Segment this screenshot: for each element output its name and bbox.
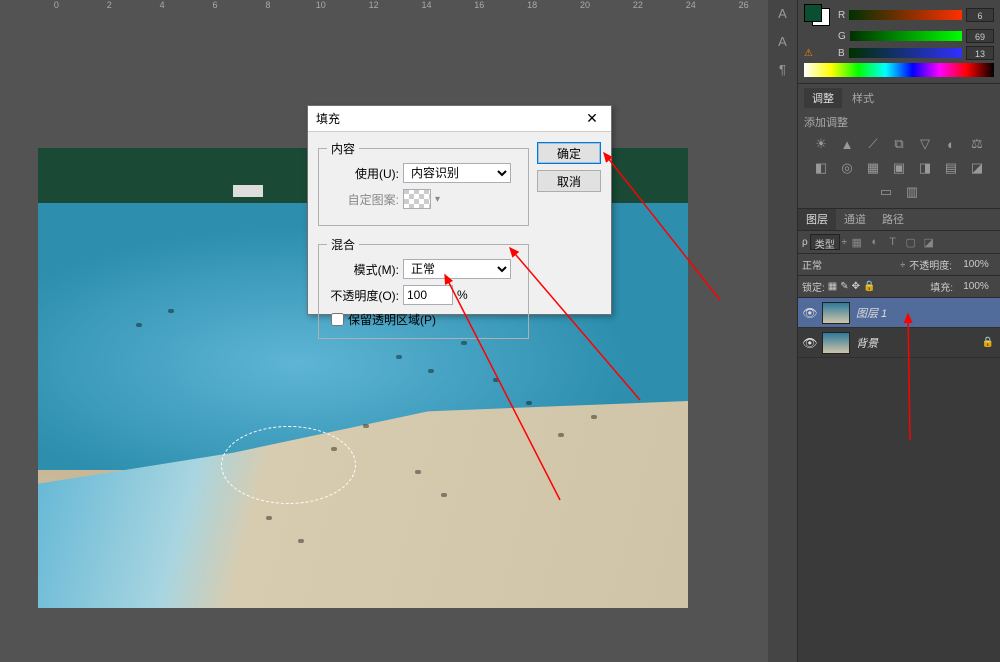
curves-icon[interactable]: ⟋ <box>864 136 882 152</box>
content-fieldset: 内容 使用(U): 内容识别 自定图案: ▾ <box>318 140 529 226</box>
use-label: 使用(U): <box>327 165 399 182</box>
layer-thumbnail[interactable] <box>822 332 850 354</box>
layer-row[interactable]: 👁 背景 🔒 <box>798 328 1000 358</box>
selective-icon[interactable]: ▥ <box>903 184 921 200</box>
lock-icon: 🔒 <box>982 337 994 348</box>
layers-panel: 图层 通道 路径 ρ 类型 ÷ ▦ ◐ T ▢ ◪ 正常 ÷ 不透明度: 100… <box>798 209 1000 662</box>
threshold-icon[interactable]: ◪ <box>968 160 986 176</box>
exposure-icon[interactable]: ⧉ <box>890 136 908 152</box>
blue-value[interactable]: 13 <box>966 46 994 60</box>
levels-icon[interactable]: ▲ <box>838 136 856 152</box>
color-panel: R 6 G 69 ⚠ B 13 <box>798 0 1000 84</box>
filter-adjust-icon[interactable]: ◐ <box>867 235 883 249</box>
marquee-selection <box>221 426 356 504</box>
mode-label: 模式(M): <box>327 261 399 278</box>
pattern-label: 自定图案: <box>327 191 399 208</box>
layer-opacity-value[interactable]: 100% <box>956 259 996 270</box>
photo-filter-icon[interactable]: ◎ <box>838 160 856 176</box>
layer-list: 👁 图层 1 👁 背景 🔒 <box>798 298 1000 662</box>
layer-fill-value[interactable]: 100% <box>956 281 996 292</box>
content-legend: 内容 <box>327 140 359 157</box>
horizontal-ruler: 0 2 4 6 8 10 12 14 16 18 20 22 24 26 <box>0 0 770 16</box>
tab-paths[interactable]: 路径 <box>874 209 912 230</box>
vibrance-icon[interactable]: ▽ <box>916 136 934 152</box>
filter-smart-icon[interactable]: ◪ <box>921 235 937 249</box>
glyph-icon[interactable]: ¶ <box>774 60 792 78</box>
lock-all-icon[interactable]: 🔒 <box>863 281 875 292</box>
green-slider[interactable] <box>850 31 962 41</box>
mode-select[interactable]: 正常 <box>403 259 511 279</box>
tab-channels[interactable]: 通道 <box>836 209 874 230</box>
filter-pixel-icon[interactable]: ▦ <box>849 235 865 249</box>
style-icon[interactable]: A <box>774 32 792 50</box>
pattern-swatch <box>403 189 431 209</box>
opacity-unit: % <box>457 288 468 302</box>
tab-layers[interactable]: 图层 <box>798 209 836 230</box>
blend-mode-select[interactable]: 正常 <box>802 257 896 272</box>
blue-slider[interactable] <box>849 48 962 58</box>
ok-button[interactable]: 确定 <box>537 142 601 164</box>
adjustments-panel: 调整 样式 添加调整 ☀ ▲ ⟋ ⧉ ▽ ◐ ⚖ ◧ ◎ ▦ ▣ ◨ ▤ ◪ ▭… <box>798 84 1000 209</box>
lookup-icon[interactable]: ▣ <box>890 160 908 176</box>
color-swatches[interactable] <box>804 4 830 26</box>
bw-icon[interactable]: ◧ <box>812 160 830 176</box>
balance-icon[interactable]: ⚖ <box>968 136 986 152</box>
green-value[interactable]: 69 <box>966 29 994 43</box>
fill-label: 填充: <box>930 279 953 294</box>
layer-name[interactable]: 图层 1 <box>856 305 887 321</box>
cancel-button[interactable]: 取消 <box>537 170 601 192</box>
visibility-icon[interactable]: 👁 <box>798 306 822 320</box>
color-spectrum[interactable] <box>804 63 994 77</box>
close-icon[interactable]: ✕ <box>581 109 603 129</box>
layer-thumbnail[interactable] <box>822 302 850 324</box>
lock-move-icon[interactable]: ✥ <box>852 281 860 292</box>
lock-brush-icon[interactable]: ✎ <box>840 281 848 292</box>
opacity-input[interactable] <box>403 285 453 305</box>
panels-dock: A A ¶ R 6 G 69 ⚠ B <box>768 0 1000 662</box>
filter-shape-icon[interactable]: ▢ <box>903 235 919 249</box>
lock-pixels-icon[interactable]: ▦ <box>828 281 837 292</box>
layer-row[interactable]: 👁 图层 1 <box>798 298 1000 328</box>
opacity-label: 不透明度(O): <box>327 287 399 304</box>
red-slider[interactable] <box>849 10 962 20</box>
red-value[interactable]: 6 <box>966 8 994 22</box>
brightness-icon[interactable]: ☀ <box>812 136 830 152</box>
blend-fieldset: 混合 模式(M): 正常 不透明度(O): % 保留透明区域(P) <box>318 236 529 339</box>
blend-legend: 混合 <box>327 236 359 253</box>
posterize-icon[interactable]: ▤ <box>942 160 960 176</box>
invert-icon[interactable]: ◨ <box>916 160 934 176</box>
opacity-label: 不透明度: <box>909 257 952 272</box>
filter-kind-select[interactable]: 类型 <box>810 234 840 250</box>
layer-name[interactable]: 背景 <box>856 335 878 351</box>
preserve-checkbox[interactable] <box>331 313 344 326</box>
use-select[interactable]: 内容识别 <box>403 163 511 183</box>
text-icon[interactable]: A <box>774 4 792 22</box>
lock-label: 锁定: <box>802 279 825 294</box>
tab-adjustments[interactable]: 调整 <box>804 88 842 108</box>
filter-type-icon[interactable]: T <box>885 235 901 249</box>
preserve-label: 保留透明区域(P) <box>348 311 436 328</box>
tab-styles[interactable]: 样式 <box>844 88 882 108</box>
adjustments-label: 添加调整 <box>804 114 994 130</box>
map-icon[interactable]: ▭ <box>877 184 895 200</box>
fill-dialog: 填充 ✕ 内容 使用(U): 内容识别 自定图案: ▾ 混合 <box>307 105 612 315</box>
mixer-icon[interactable]: ▦ <box>864 160 882 176</box>
hue-icon[interactable]: ◐ <box>942 136 960 152</box>
dialog-title: 填充 <box>316 110 340 127</box>
visibility-icon[interactable]: 👁 <box>798 336 822 350</box>
